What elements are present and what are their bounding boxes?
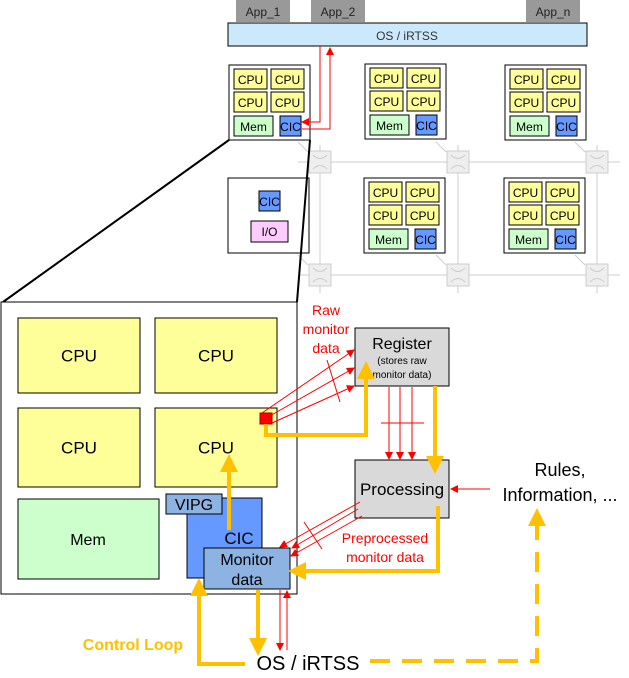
- compute-tile: CPU CPU CPU CPU Mem CIC: [504, 64, 587, 141]
- compute-tile: CPU CPU CPU CPU Mem CIC: [228, 64, 311, 141]
- svg-text:Preprocessed: Preprocessed: [342, 530, 428, 546]
- compute-tile: CPU CPU CPU CPU Mem CIC: [364, 63, 447, 140]
- os-bar-label: OS / iRTSS: [376, 29, 438, 43]
- zoom-line: [2, 139, 230, 303]
- cic-label: CIC: [555, 233, 576, 247]
- cic-label: CIC: [556, 120, 577, 134]
- svg-text:Rules,: Rules,: [534, 460, 585, 480]
- sensor: [259, 412, 273, 425]
- cic-label: CIC: [280, 120, 301, 134]
- app-label: App_n: [536, 5, 571, 19]
- svg-text:Raw: Raw: [312, 302, 341, 318]
- os-bar: OS / iRTSS: [227, 22, 588, 47]
- mem-label: Mem: [240, 120, 267, 134]
- detail-cic-label: CIC: [224, 529, 253, 548]
- cpu-label: CPU: [410, 209, 435, 223]
- cpu-label: CPU: [373, 209, 398, 223]
- os-bottom-label: OS / iRTSS: [257, 653, 360, 675]
- detail-cpu-label: CPU: [61, 347, 97, 366]
- compute-tile: CPU CPU CPU CPU Mem CIC: [503, 177, 586, 254]
- app-label: App_1: [246, 5, 281, 19]
- cpu-label: CPU: [410, 186, 435, 200]
- preprocessed-label: Preprocessed monitor data: [342, 530, 428, 565]
- cpu-label: CPU: [374, 95, 399, 109]
- control-loop-label: Control Loop: [83, 637, 184, 654]
- mem-label: Mem: [375, 233, 402, 247]
- cpu-label: CPU: [514, 96, 539, 110]
- compute-tile: CPU CPU CPU CPU Mem CIC: [363, 177, 446, 254]
- processing-label: Processing: [360, 480, 444, 499]
- cpu-label: CPU: [374, 72, 399, 86]
- switch-icon: [585, 263, 609, 287]
- app-box: App_1: [236, 0, 290, 22]
- app-box: App_2: [311, 0, 365, 22]
- detail-cpu-label: CPU: [198, 439, 234, 458]
- cic-label: CIC: [415, 233, 436, 247]
- cpu-label: CPU: [238, 73, 263, 87]
- cpu-label: CPU: [551, 96, 576, 110]
- architecture-diagram: App_1 App_2 App_n OS / iRTSS CPU CPU CPU CPU M…: [0, 0, 620, 675]
- cpu-label: CPU: [373, 186, 398, 200]
- detail-mem-label: Mem: [70, 532, 106, 549]
- cpu-label: CPU: [275, 73, 300, 87]
- svg-text:monitor: monitor: [303, 321, 350, 337]
- detail-node: CPU CPU CPU CPU Mem CIC VIPG Monitor data: [0, 301, 298, 595]
- monitor-label-2: data: [231, 572, 262, 589]
- apps: App_1 App_2 App_n: [236, 0, 580, 22]
- cic-label: CIC: [259, 195, 280, 209]
- svg-text:data: data: [312, 340, 339, 356]
- vipg-label: VIPG: [175, 497, 213, 514]
- mem-label: Mem: [516, 120, 543, 134]
- switch-icon: [446, 150, 470, 174]
- cpu-label: CPU: [411, 72, 436, 86]
- app-box: App_n: [526, 0, 580, 22]
- cpu-label: CPU: [411, 95, 436, 109]
- rules-label: Rules, Information, ...: [502, 460, 617, 505]
- detail-cpu-label: CPU: [198, 347, 234, 366]
- io-label: I/O: [261, 225, 277, 239]
- mem-label: Mem: [515, 233, 542, 247]
- app-label: App_2: [321, 5, 356, 19]
- io-tile: CIC I/O: [227, 177, 310, 254]
- cpu-label: CPU: [550, 186, 575, 200]
- cpu-label: CPU: [513, 186, 538, 200]
- svg-text:Information, ...: Information, ...: [502, 485, 617, 505]
- cpu-label: CPU: [513, 209, 538, 223]
- cpu-label: CPU: [551, 73, 576, 87]
- raw-monitor-label: Raw monitor data: [303, 302, 350, 356]
- detail-cpu-label: CPU: [61, 439, 97, 458]
- register-title: Register: [372, 336, 432, 353]
- cpu-label: CPU: [238, 96, 263, 110]
- register-sub: (stores raw: [377, 356, 427, 367]
- switch-icon: [308, 150, 332, 174]
- register-box: Register (stores raw monitor data): [354, 327, 450, 387]
- register-sub: monitor data): [373, 370, 432, 381]
- switch-icon: [308, 263, 332, 287]
- switch-icon: [585, 150, 609, 174]
- svg-text:monitor data: monitor data: [346, 549, 424, 565]
- switch-icon: [446, 263, 470, 287]
- tiles: CPU CPUCPU CPUMem CICCPU CPUCPU CPUMem CICCPU C…: [227, 63, 587, 254]
- cic-label: CIC: [416, 119, 437, 133]
- mem-label: Mem: [376, 119, 403, 133]
- cpu-label: CPU: [514, 73, 539, 87]
- cpu-label: CPU: [550, 209, 575, 223]
- cpu-label: CPU: [275, 96, 300, 110]
- monitor-label-1: Monitor: [220, 552, 274, 569]
